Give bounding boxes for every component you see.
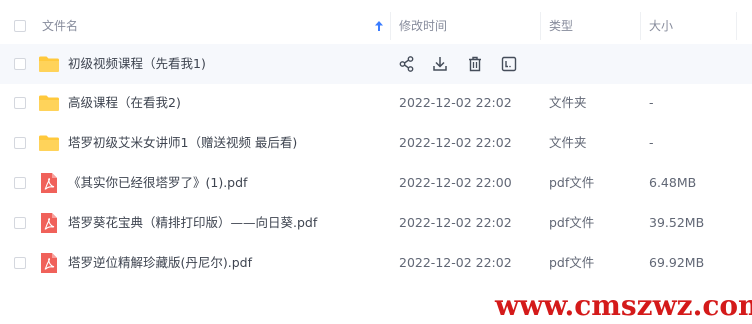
modified-time: 2022-12-02 22:00	[399, 175, 512, 190]
sort-ascending-icon[interactable]	[374, 18, 384, 34]
pdf-icon	[41, 253, 57, 273]
folder-icon	[39, 135, 59, 151]
column-header-size[interactable]: 大小	[649, 18, 673, 34]
row-checkbox[interactable]	[14, 217, 26, 229]
select-all-checkbox[interactable]	[14, 20, 26, 32]
column-divider[interactable]	[540, 12, 541, 40]
table-row[interactable]: 高级课程（在看我2) 2022-12-02 22:02 文件夹 -	[0, 83, 752, 123]
file-size: -	[649, 135, 654, 150]
file-name[interactable]: 初级视频课程（先看我1)	[68, 55, 206, 73]
column-divider[interactable]	[390, 12, 391, 40]
pdf-icon	[41, 213, 57, 233]
file-list: 文件名 修改时间 类型 大小 初级视频课程（先看我1) 高级课程（在看我2) 2…	[0, 0, 752, 324]
column-header-modified[interactable]: 修改时间	[399, 18, 447, 34]
file-name[interactable]: 高级课程（在看我2)	[68, 94, 181, 112]
table-row[interactable]: 塔罗逆位精解珍藏版(丹尼尔).pdf 2022-12-02 22:02 pdf文…	[0, 243, 752, 283]
pdf-icon	[41, 173, 57, 193]
folder-icon	[39, 95, 59, 111]
delete-icon[interactable]	[466, 55, 484, 73]
file-name[interactable]: 《其实你已经很塔罗了》(1).pdf	[68, 174, 247, 192]
row-checkbox[interactable]	[14, 97, 26, 109]
file-size: 69.92MB	[649, 255, 705, 270]
file-size: -	[649, 95, 654, 110]
folder-icon	[39, 56, 59, 72]
file-type: 文件夹	[549, 135, 587, 150]
row-checkbox[interactable]	[14, 177, 26, 189]
file-type: pdf文件	[549, 255, 595, 270]
watermark-text: www.cmszwz.com	[495, 289, 752, 322]
more-icon[interactable]	[500, 55, 518, 73]
file-name[interactable]: 塔罗初级艾米女讲师1（赠送视频 最后看)	[68, 134, 297, 152]
modified-time: 2022-12-02 22:02	[399, 95, 512, 110]
file-name[interactable]: 塔罗逆位精解珍藏版(丹尼尔).pdf	[68, 254, 252, 272]
table-row[interactable]: 《其实你已经很塔罗了》(1).pdf 2022-12-02 22:00 pdf文…	[0, 163, 752, 203]
column-header-name[interactable]: 文件名	[42, 18, 78, 34]
table-row[interactable]: 塔罗初级艾米女讲师1（赠送视频 最后看) 2022-12-02 22:02 文件…	[0, 123, 752, 163]
modified-time: 2022-12-02 22:02	[399, 215, 512, 230]
share-icon[interactable]	[398, 55, 416, 73]
file-size: 6.48MB	[649, 175, 697, 190]
row-checkbox[interactable]	[14, 257, 26, 269]
modified-time: 2022-12-02 22:02	[399, 135, 512, 150]
column-divider[interactable]	[736, 12, 737, 40]
column-divider[interactable]	[640, 12, 641, 40]
download-icon[interactable]	[431, 55, 449, 73]
table-row[interactable]: 塔罗葵花宝典（精排打印版）——向日葵.pdf 2022-12-02 22:02 …	[0, 203, 752, 243]
table-header: 文件名 修改时间 类型 大小	[0, 8, 752, 45]
modified-time: 2022-12-02 22:02	[399, 255, 512, 270]
file-type: pdf文件	[549, 215, 595, 230]
row-checkbox[interactable]	[14, 137, 26, 149]
file-type: pdf文件	[549, 175, 595, 190]
table-row[interactable]: 初级视频课程（先看我1)	[0, 44, 752, 84]
file-type: 文件夹	[549, 95, 587, 110]
column-header-type[interactable]: 类型	[549, 18, 573, 34]
file-size: 39.52MB	[649, 215, 705, 230]
file-name[interactable]: 塔罗葵花宝典（精排打印版）——向日葵.pdf	[68, 214, 317, 232]
row-checkbox[interactable]	[14, 58, 26, 70]
